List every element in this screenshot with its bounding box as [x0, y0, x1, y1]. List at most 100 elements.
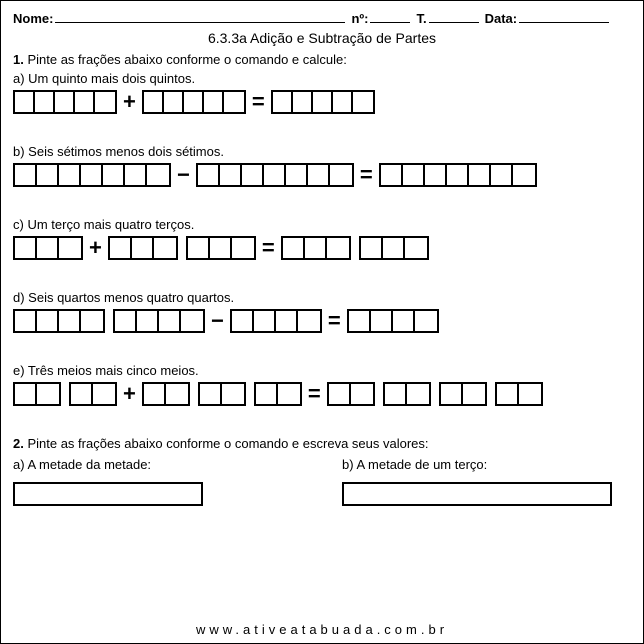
fraction-cell[interactable]	[330, 165, 352, 185]
fraction-cell[interactable]	[308, 165, 330, 185]
fraction-cell[interactable]	[166, 384, 188, 404]
fraction-cell[interactable]	[242, 165, 264, 185]
fraction-cell[interactable]	[137, 311, 159, 331]
fraction-cell[interactable]	[15, 384, 37, 404]
fraction-cell[interactable]	[415, 311, 437, 331]
fraction-cell[interactable]	[144, 92, 164, 112]
q1d-bars[interactable]: −=	[13, 309, 631, 333]
fraction-cell[interactable]	[491, 165, 513, 185]
fraction-cell[interactable]	[59, 165, 81, 185]
fraction-cell[interactable]	[15, 311, 37, 331]
fraction-cell[interactable]	[273, 92, 293, 112]
fraction-cell[interactable]	[93, 384, 115, 404]
fraction-bar[interactable]	[13, 90, 117, 114]
fraction-cell[interactable]	[147, 165, 169, 185]
fraction-cell[interactable]	[254, 311, 276, 331]
fraction-cell[interactable]	[95, 92, 115, 112]
fraction-cell[interactable]	[463, 384, 485, 404]
fraction-cell[interactable]	[159, 311, 181, 331]
fraction-bar[interactable]	[198, 382, 246, 406]
fraction-cell[interactable]	[393, 311, 415, 331]
fraction-cell[interactable]	[204, 92, 224, 112]
q1b-bars[interactable]: −=	[13, 163, 631, 187]
fraction-bar[interactable]	[254, 382, 302, 406]
fraction-bar[interactable]	[69, 382, 117, 406]
fraction-bar[interactable]	[230, 309, 322, 333]
turma-blank[interactable]	[429, 9, 479, 23]
fraction-bar[interactable]	[13, 309, 105, 333]
fraction-cell[interactable]	[125, 165, 147, 185]
fraction-cell[interactable]	[110, 238, 132, 258]
fraction-cell[interactable]	[298, 311, 320, 331]
fraction-cell[interactable]	[407, 384, 429, 404]
q2b-box[interactable]	[342, 482, 612, 506]
fraction-cell[interactable]	[35, 92, 55, 112]
fraction-cell[interactable]	[81, 311, 103, 331]
fraction-cell[interactable]	[313, 92, 333, 112]
fraction-bar[interactable]	[495, 382, 543, 406]
fraction-cell[interactable]	[381, 165, 403, 185]
fraction-cell[interactable]	[513, 165, 535, 185]
fraction-cell[interactable]	[115, 311, 137, 331]
fraction-cell[interactable]	[71, 384, 93, 404]
fraction-cell[interactable]	[349, 311, 371, 331]
fraction-cell[interactable]	[385, 384, 407, 404]
fraction-cell[interactable]	[81, 165, 103, 185]
fraction-cell[interactable]	[232, 311, 254, 331]
fraction-bar[interactable]	[196, 163, 354, 187]
fraction-cell[interactable]	[103, 165, 125, 185]
fraction-cell[interactable]	[403, 165, 425, 185]
fraction-cell[interactable]	[15, 238, 37, 258]
fraction-cell[interactable]	[154, 238, 176, 258]
fraction-cell[interactable]	[361, 238, 383, 258]
fraction-cell[interactable]	[264, 165, 286, 185]
fraction-cell[interactable]	[59, 238, 81, 258]
fraction-cell[interactable]	[286, 165, 308, 185]
fraction-cell[interactable]	[184, 92, 204, 112]
fraction-cell[interactable]	[55, 92, 75, 112]
fraction-bar[interactable]	[113, 309, 205, 333]
fraction-cell[interactable]	[220, 165, 242, 185]
fraction-cell[interactable]	[132, 238, 154, 258]
q1c-bars[interactable]: +=	[13, 236, 631, 260]
fraction-cell[interactable]	[283, 238, 305, 258]
fraction-cell[interactable]	[222, 384, 244, 404]
fraction-cell[interactable]	[371, 311, 393, 331]
fraction-cell[interactable]	[210, 238, 232, 258]
fraction-cell[interactable]	[164, 92, 184, 112]
fraction-bar[interactable]	[142, 90, 246, 114]
fraction-cell[interactable]	[441, 384, 463, 404]
fraction-cell[interactable]	[405, 238, 427, 258]
fraction-bar[interactable]	[13, 236, 83, 260]
fraction-bar[interactable]	[379, 163, 537, 187]
fraction-bar[interactable]	[108, 236, 178, 260]
fraction-cell[interactable]	[383, 238, 405, 258]
fraction-cell[interactable]	[256, 384, 278, 404]
fraction-bar[interactable]	[281, 236, 351, 260]
fraction-cell[interactable]	[469, 165, 491, 185]
fraction-cell[interactable]	[276, 311, 298, 331]
num-blank[interactable]	[370, 9, 410, 23]
fraction-cell[interactable]	[200, 384, 222, 404]
q1e-bars[interactable]: +=	[13, 382, 631, 406]
fraction-cell[interactable]	[188, 238, 210, 258]
q2a-box[interactable]	[13, 482, 203, 506]
fraction-bar[interactable]	[186, 236, 256, 260]
fraction-bar[interactable]	[359, 236, 429, 260]
fraction-cell[interactable]	[144, 384, 166, 404]
fraction-cell[interactable]	[329, 384, 351, 404]
fraction-cell[interactable]	[15, 92, 35, 112]
date-blank[interactable]	[519, 9, 609, 23]
fraction-cell[interactable]	[351, 384, 373, 404]
fraction-cell[interactable]	[181, 311, 203, 331]
fraction-cell[interactable]	[37, 384, 59, 404]
fraction-bar[interactable]	[383, 382, 431, 406]
fraction-bar[interactable]	[13, 382, 61, 406]
fraction-bar[interactable]	[13, 163, 171, 187]
fraction-bar[interactable]	[271, 90, 375, 114]
fraction-cell[interactable]	[333, 92, 353, 112]
fraction-cell[interactable]	[232, 238, 254, 258]
fraction-cell[interactable]	[37, 311, 59, 331]
fraction-cell[interactable]	[37, 165, 59, 185]
fraction-cell[interactable]	[447, 165, 469, 185]
